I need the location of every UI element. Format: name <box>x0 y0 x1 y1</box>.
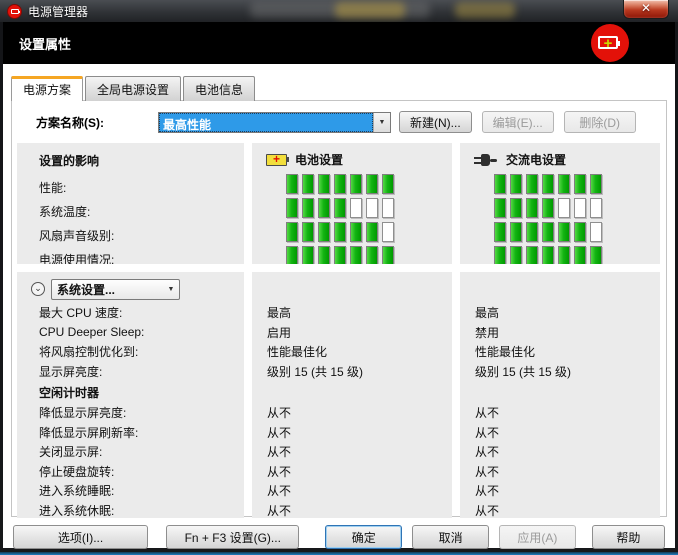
system-row-label: 最大 CPU 速度: <box>17 303 244 323</box>
system-row-label: 显示屏亮度: <box>17 362 244 382</box>
ac-effects-panel: 交流电设置 <box>460 143 660 264</box>
titlebar-glass-reflection <box>335 2 405 18</box>
battery-value: 性能最佳化 <box>252 342 452 362</box>
effects-row-label: 性能: <box>17 175 244 199</box>
battery-value: 级别 15 (共 15 级) <box>252 362 452 382</box>
app-battery-icon <box>7 4 22 19</box>
ac-value: 从不 <box>460 501 660 519</box>
system-row-label: 将风扇控制优化到: <box>17 342 244 362</box>
tab-battery-info[interactable]: 电池信息 <box>183 76 255 101</box>
effects-label-panel: 设置的影响 性能: 系统温度: 风扇声音级别: 电源使用情况: <box>17 143 244 264</box>
system-row-label: CPU Deeper Sleep: <box>17 323 244 343</box>
effects-row-label: 系统温度: <box>17 199 244 223</box>
ac-value: 级别 15 (共 15 级) <box>460 362 660 382</box>
ok-button[interactable]: 确定 <box>325 525 402 549</box>
battery-value: 从不 <box>252 442 452 462</box>
power-scheme-tabpage: 方案名称(S): 最高性能 ▼ 新建(N)... 编辑(E)... 删除(D) … <box>11 100 667 517</box>
dialog-body: 电源方案 全局电源设置 电池信息 方案名称(S): 最高性能 ▼ 新建(N)..… <box>3 64 675 548</box>
cancel-button[interactable]: 取消 <box>412 525 489 549</box>
scheme-name-combobox[interactable]: 最高性能 ▼ <box>158 112 391 133</box>
battery-column-header: 电池设置 <box>295 151 343 168</box>
scheme-name-row: 方案名称(S): 最高性能 ▼ 新建(N)... 编辑(E)... 删除(D) <box>12 101 666 139</box>
ac-column-header: 交流电设置 <box>506 151 566 168</box>
ac-value: 从不 <box>460 423 660 443</box>
idle-row-label: 停止硬盘旋转: <box>17 462 244 482</box>
scheme-name-value: 最高性能 <box>159 113 373 132</box>
ac-value: 从不 <box>460 462 660 482</box>
ac-value: 从不 <box>460 481 660 501</box>
battery-power-usage-meter <box>252 244 452 264</box>
system-settings-label-panel: ⌄ 系统设置... ▼ 最大 CPU 速度: CPU Deeper Sleep:… <box>17 272 244 518</box>
window-title: 电源管理器 <box>28 3 88 20</box>
apply-button[interactable]: 应用(A) <box>499 525 576 549</box>
ac-value: 最高 <box>460 303 660 323</box>
idle-row-label: 进入系统休眠: <box>17 501 244 519</box>
system-settings-select-value: 系统设置... <box>52 281 163 298</box>
battery-value: 从不 <box>252 481 452 501</box>
idle-row-label: 降低显示屏亮度: <box>17 403 244 423</box>
battery-value: 从不 <box>252 423 452 443</box>
window-titlebar[interactable]: 电源管理器 ✕ <box>0 0 678 22</box>
battery-system-values-panel: 最高 启用 性能最佳化 级别 15 (共 15 级) 从不 从不 从不 从不 从… <box>252 272 452 518</box>
battery-value: 最高 <box>252 303 452 323</box>
battery-performance-meter <box>252 172 452 196</box>
idle-row-label: 关闭显示屏: <box>17 442 244 462</box>
ac-value: 禁用 <box>460 323 660 343</box>
close-icon: ✕ <box>641 1 651 15</box>
ac-power-usage-meter <box>460 244 660 264</box>
idle-timers-title: 空闲计时器 <box>17 381 244 403</box>
effects-row-label: 电源使用情况: <box>17 247 244 264</box>
power-manager-logo-icon: + <box>591 24 629 62</box>
chevron-down-icon[interactable]: ▼ <box>373 113 390 132</box>
tab-strip: 电源方案 全局电源设置 电池信息 <box>3 64 675 100</box>
dialog-banner: 设置属性 + <box>3 22 675 64</box>
battery-value: 从不 <box>252 403 452 423</box>
delete-scheme-button[interactable]: 删除(D) <box>564 111 636 133</box>
ac-temperature-meter <box>460 196 660 220</box>
idle-row-label: 进入系统睡眠: <box>17 481 244 501</box>
options-button[interactable]: 选项(I)... <box>13 525 148 549</box>
battery-temperature-meter <box>252 196 452 220</box>
battery-value: 启用 <box>252 323 452 343</box>
effects-title: 设置的影响 <box>17 143 244 175</box>
close-button[interactable]: ✕ <box>623 0 669 19</box>
fn-f3-settings-button[interactable]: Fn + F3 设置(G)... <box>166 525 299 549</box>
ac-fan-noise-meter <box>460 220 660 244</box>
tab-global-power-settings[interactable]: 全局电源设置 <box>85 76 181 101</box>
system-settings-select[interactable]: 系统设置... ▼ <box>51 279 180 300</box>
edit-scheme-button[interactable]: 编辑(E)... <box>482 111 554 133</box>
dialog-footer: 选项(I)... Fn + F3 设置(G)... 确定 取消 应用(A) 帮助 <box>13 525 665 549</box>
help-button[interactable]: 帮助 <box>592 525 665 549</box>
ac-value: 从不 <box>460 403 660 423</box>
ac-system-values-panel: 最高 禁用 性能最佳化 级别 15 (共 15 级) 从不 从不 从不 从不 从… <box>460 272 660 518</box>
effects-row-label: 风扇声音级别: <box>17 223 244 247</box>
titlebar-glass-reflection <box>455 2 515 18</box>
battery-effects-panel: + 电池设置 <box>252 143 452 264</box>
scheme-name-label: 方案名称(S): <box>36 114 158 131</box>
settings-grid: 设置的影响 性能: 系统温度: 风扇声音级别: 电源使用情况: + 电池设置 <box>17 143 658 518</box>
new-scheme-button[interactable]: 新建(N)... <box>399 111 472 133</box>
battery-icon: + <box>266 154 287 166</box>
dialog-title: 设置属性 <box>3 34 71 53</box>
plug-icon <box>474 153 498 167</box>
chevron-down-icon: ▼ <box>163 286 179 293</box>
battery-value: 从不 <box>252 501 452 519</box>
battery-fan-noise-meter <box>252 220 452 244</box>
power-manager-window: 电源管理器 ✕ 设置属性 + 电源方案 全局电源设置 电池信息 方案名称(S):… <box>0 0 678 555</box>
ac-performance-meter <box>460 172 660 196</box>
ac-value: 从不 <box>460 442 660 462</box>
battery-value: 从不 <box>252 462 452 482</box>
ac-value: 性能最佳化 <box>460 342 660 362</box>
expand-section-icon[interactable]: ⌄ <box>31 282 45 296</box>
idle-row-label: 降低显示屏刷新率: <box>17 423 244 443</box>
tab-power-scheme[interactable]: 电源方案 <box>11 76 83 101</box>
